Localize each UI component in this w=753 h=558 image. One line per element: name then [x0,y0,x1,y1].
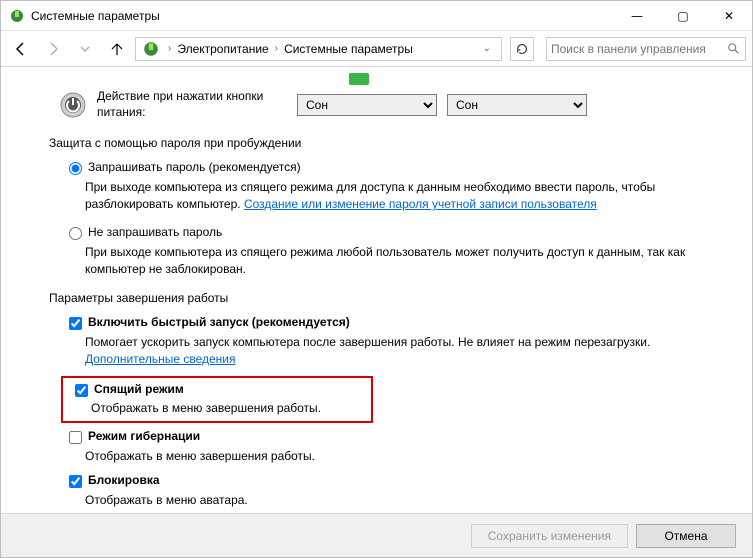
sleep-label: Спящий режим [94,382,184,396]
search-icon [727,42,741,56]
content-area: Действие при нажатии кнопки питания: Сон… [1,67,752,513]
chevron-right-icon[interactable]: › [168,43,171,54]
maximize-button[interactable]: ▢ [660,1,706,31]
power-button-action-label: Действие при нажатии кнопки питания: [97,89,297,120]
power-button-icon [59,91,87,119]
power-options-icon [142,40,160,58]
lock-desc: Отображать в меню аватара. [85,492,695,509]
sleep-checkbox[interactable] [75,384,88,397]
require-password-label: Запрашивать пароль (рекомендуется) [88,160,301,174]
close-button[interactable]: ✕ [706,1,752,31]
no-password-radio[interactable] [69,227,82,240]
chevron-down-icon[interactable]: ⌄ [483,43,491,54]
sleep-highlight-box: Спящий режим Отображать в меню завершени… [61,376,373,423]
back-button[interactable] [7,35,35,63]
no-password-desc: При выходе компьютера из спящего режима … [85,244,695,278]
save-button: Сохранить изменения [471,524,628,548]
sleep-desc: Отображать в меню завершения работы. [91,401,367,415]
navbar: › Электропитание › Системные параметры ⌄ [1,31,752,67]
power-button-action-battery-select[interactable]: Сон [447,94,587,116]
battery-icon [349,73,369,85]
minimize-button[interactable]: — [614,1,660,31]
power-button-action-plugged-select[interactable]: Сон [297,94,437,116]
footer: Сохранить изменения Отмена [1,513,752,557]
fast-startup-checkbox[interactable] [69,317,82,330]
hibernate-desc: Отображать в меню завершения работы. [85,448,695,465]
create-change-password-link[interactable]: Создание или изменение пароля учетной за… [244,197,597,211]
breadcrumb[interactable]: › Электропитание › Системные параметры ⌄ [135,37,502,61]
lock-checkbox[interactable] [69,475,82,488]
fast-startup-label: Включить быстрый запуск (рекомендуется) [88,315,350,329]
refresh-button[interactable] [510,37,534,61]
search-box[interactable] [546,37,746,61]
lock-label: Блокировка [88,473,160,487]
window-title: Системные параметры [31,9,614,23]
cancel-button[interactable]: Отмена [636,524,736,548]
power-options-icon [9,8,25,24]
shutdown-settings-heading: Параметры завершения работы [49,291,722,305]
chevron-right-icon[interactable]: › [275,43,278,54]
hibernate-label: Режим гибернации [88,429,200,443]
wake-protection-heading: Защита с помощью пароля при пробуждении [49,136,722,150]
no-password-label: Не запрашивать пароль [88,225,222,239]
fast-startup-more-link[interactable]: Дополнительные сведения [85,352,235,366]
breadcrumb-item[interactable]: Системные параметры [284,42,413,56]
titlebar: Системные параметры — ▢ ✕ [1,1,752,31]
search-input[interactable] [551,42,727,56]
require-password-desc: При выходе компьютера из спящего режима … [85,179,695,213]
hibernate-checkbox[interactable] [69,431,82,444]
forward-button[interactable] [39,35,67,63]
require-password-radio[interactable] [69,162,82,175]
up-button[interactable] [103,35,131,63]
nav-dropdown-button[interactable] [71,35,99,63]
fast-startup-desc: Помогает ускорить запуск компьютера посл… [85,334,695,368]
breadcrumb-item[interactable]: Электропитание [177,42,268,56]
